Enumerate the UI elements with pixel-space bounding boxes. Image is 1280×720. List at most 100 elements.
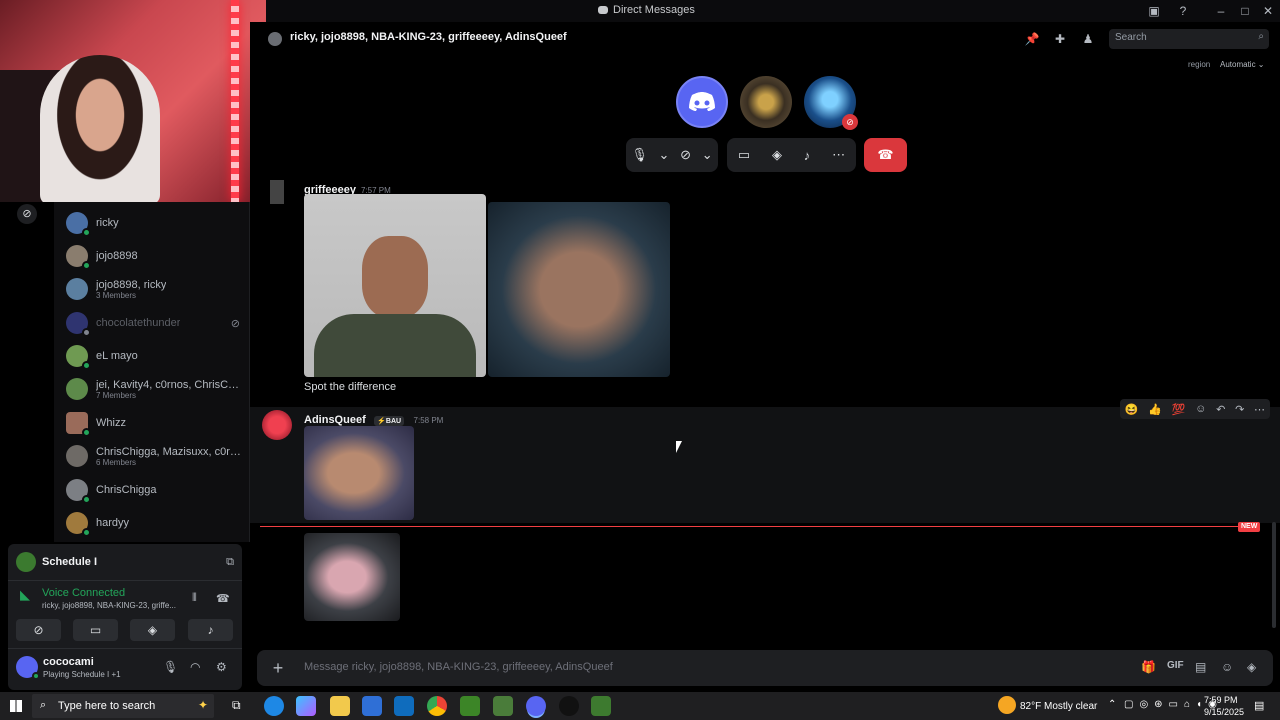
file-explorer-icon[interactable] bbox=[330, 696, 350, 716]
sloth-image[interactable] bbox=[488, 202, 670, 377]
soundboard-icon[interactable]: ♪ bbox=[804, 148, 811, 163]
dm-name: jojo8898 bbox=[96, 250, 138, 262]
add-friends-icon[interactable]: ✚ bbox=[1052, 31, 1068, 47]
microphone-icon[interactable]: 🎙 bbox=[631, 147, 648, 163]
copilot-icon[interactable] bbox=[296, 696, 316, 716]
dm-item[interactable]: jojo8898, ricky 3 Members bbox=[62, 272, 242, 306]
mugshot-image[interactable] bbox=[304, 194, 486, 377]
dm-item[interactable]: ricky bbox=[62, 206, 242, 240]
mic-camera-controls: 🎙 ⌄ ⊘ ⌄ bbox=[626, 138, 718, 172]
status-dot bbox=[32, 672, 40, 680]
edge-icon[interactable] bbox=[264, 696, 284, 716]
participant-avatar[interactable] bbox=[740, 76, 792, 128]
dm-item[interactable]: jojo8898 bbox=[62, 239, 242, 273]
inbox-icon[interactable]: ▣ bbox=[1142, 0, 1166, 22]
reaction-100-icon[interactable]: 💯 bbox=[1172, 403, 1186, 416]
add-attachment-icon[interactable]: + bbox=[267, 657, 289, 679]
forward-icon[interactable]: ↷ bbox=[1235, 403, 1244, 416]
store-icon[interactable] bbox=[362, 696, 382, 716]
chrome-icon[interactable] bbox=[427, 696, 447, 716]
divider bbox=[8, 648, 242, 649]
server-tag-badge[interactable]: ⚡BAU bbox=[374, 416, 405, 426]
message-input[interactable]: Message ricky, jojo8898, NBA-KING-23, gr… bbox=[304, 661, 1104, 673]
dm-item[interactable]: ChrisChigga bbox=[62, 473, 242, 507]
dm-item[interactable]: Whizz bbox=[62, 406, 242, 440]
headphones-icon[interactable]: ◠ bbox=[190, 660, 200, 674]
group-avatar bbox=[66, 278, 88, 300]
obs-icon[interactable] bbox=[559, 696, 579, 716]
noise-suppression-icon[interactable]: ⦀ bbox=[192, 592, 197, 605]
help-icon[interactable]: ? bbox=[1171, 0, 1195, 22]
add-reaction-icon[interactable]: ☺ bbox=[1195, 403, 1206, 415]
camera-off-button[interactable]: ⊘ bbox=[16, 619, 61, 641]
voice-status[interactable]: Voice Connected bbox=[42, 587, 125, 599]
notifications-icon[interactable]: ▤ bbox=[1254, 699, 1264, 712]
chevron-down-icon[interactable]: ⌄ bbox=[659, 147, 670, 163]
sticker-icon[interactable]: ▤ bbox=[1195, 660, 1206, 674]
disconnect-icon[interactable]: ☎ bbox=[216, 592, 230, 605]
message-author[interactable]: AdinsQueef bbox=[304, 414, 366, 426]
outlook-icon[interactable] bbox=[394, 696, 414, 716]
weather-icon[interactable] bbox=[998, 696, 1016, 714]
gift-icon[interactable]: 🎁 bbox=[1141, 660, 1156, 674]
avatar[interactable] bbox=[16, 656, 40, 680]
dm-item[interactable]: ChrisChigga, Mazisuxx, c0rn... 6 Members bbox=[62, 439, 242, 473]
more-icon[interactable]: ⋯ bbox=[1254, 403, 1265, 416]
reaction-laughing-icon[interactable]: 😆 bbox=[1125, 403, 1139, 416]
apps-icon[interactable]: ◈ bbox=[1247, 660, 1256, 674]
webcam-overlay bbox=[0, 0, 266, 202]
discord-icon[interactable] bbox=[526, 696, 546, 716]
discover-icon[interactable]: ⊘ bbox=[17, 204, 37, 224]
participant-avatar[interactable]: ⊘ bbox=[804, 76, 858, 130]
screen-share-button[interactable]: ▭ bbox=[73, 619, 118, 641]
activity-card[interactable]: Schedule I ⧉ bbox=[16, 548, 234, 576]
close-button[interactable]: ✕ bbox=[1256, 0, 1280, 22]
chevron-down-icon[interactable]: ⌄ bbox=[702, 147, 713, 163]
dm-item[interactable]: hardyy bbox=[62, 506, 242, 540]
clock-date[interactable]: 9/15/2025 bbox=[1204, 707, 1244, 717]
scrollbar-thumb[interactable] bbox=[1272, 522, 1276, 628]
microphone-icon[interactable]: 🎙 bbox=[163, 660, 178, 674]
game-icon[interactable] bbox=[591, 696, 611, 716]
gif-icon[interactable]: GIF bbox=[1167, 660, 1184, 671]
members-icon[interactable]: ♟ bbox=[1080, 31, 1096, 47]
reaction-thumbsup-icon[interactable]: 👍 bbox=[1148, 403, 1162, 416]
region-select[interactable]: Automatic ⌄ bbox=[1220, 60, 1265, 69]
weather-temp[interactable]: 82°F bbox=[1020, 701, 1041, 712]
voice-channel[interactable]: ricky, jojo8898, NBA-KING-23, griffe... bbox=[42, 601, 176, 610]
taskbar-search[interactable]: ⌕ Type here to search ✦ bbox=[32, 694, 214, 718]
activity-icon[interactable]: ◈ bbox=[772, 147, 782, 163]
status-dot bbox=[82, 228, 91, 237]
dm-item[interactable]: chocolatethunder ⊘ bbox=[62, 306, 242, 340]
settings-gear-icon[interactable]: ⚙ bbox=[216, 660, 227, 674]
avatar[interactable] bbox=[270, 180, 284, 204]
blocked-icon: ⊘ bbox=[230, 317, 240, 330]
search-input[interactable]: Search ⌕ bbox=[1109, 29, 1269, 49]
camera-off-icon[interactable]: ⊘ bbox=[680, 147, 691, 163]
soundboard-button[interactable]: ♪ bbox=[188, 619, 233, 641]
pin-icon[interactable]: 📌 bbox=[1024, 31, 1040, 47]
avatar[interactable] bbox=[262, 410, 292, 440]
activity-popout-icon[interactable]: ⧉ bbox=[226, 556, 234, 569]
gif-image[interactable] bbox=[304, 426, 414, 520]
dm-item[interactable]: eL mayo bbox=[62, 339, 242, 373]
reply-icon[interactable]: ↶ bbox=[1216, 403, 1225, 416]
maximize-button[interactable]: □ bbox=[1233, 0, 1257, 22]
minimize-button[interactable]: – bbox=[1209, 0, 1233, 22]
app-icon[interactable] bbox=[493, 696, 513, 716]
gif-image[interactable] bbox=[304, 533, 400, 621]
dm-item[interactable]: jei, Kavity4, c0rnos, ChrisCh... 7 Member… bbox=[62, 372, 242, 406]
more-icon[interactable]: ⋯ bbox=[832, 147, 845, 163]
windows-start-icon[interactable] bbox=[10, 700, 22, 712]
participant-avatar[interactable] bbox=[676, 76, 728, 128]
minecraft-icon[interactable] bbox=[460, 696, 480, 716]
chevron-up-icon[interactable]: ⌃ bbox=[1108, 699, 1116, 710]
emoji-icon[interactable]: ☺ bbox=[1221, 660, 1233, 674]
clock-time[interactable]: 7:59 PM bbox=[1204, 695, 1238, 705]
weather-text[interactable]: Mostly clear bbox=[1044, 701, 1097, 712]
sparkle-icon: ✦ bbox=[197, 698, 208, 712]
task-view-icon[interactable]: ⧉ bbox=[232, 698, 241, 713]
hangup-button[interactable]: ☎ bbox=[864, 138, 907, 172]
activity-button[interactable]: ◈ bbox=[130, 619, 175, 641]
screen-share-icon[interactable]: ▭ bbox=[738, 147, 750, 163]
